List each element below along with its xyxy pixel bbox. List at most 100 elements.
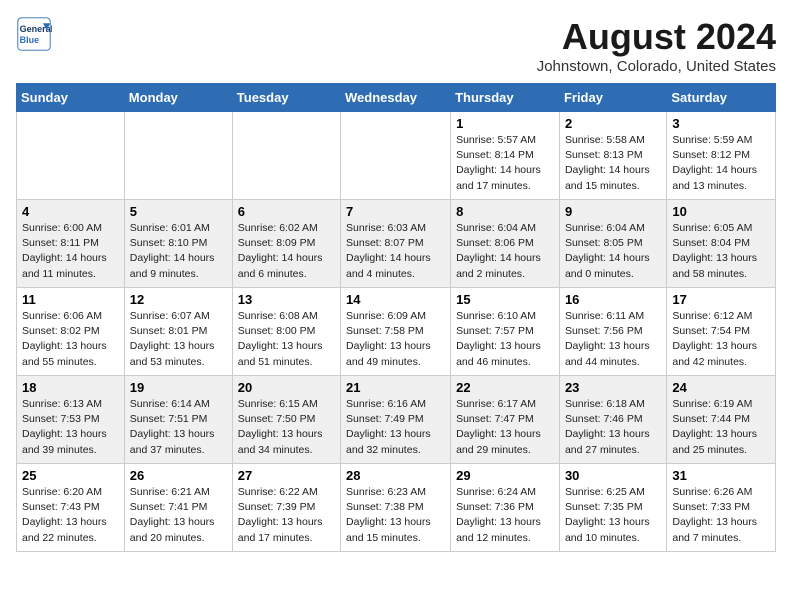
main-title: August 2024 — [537, 16, 776, 58]
calendar-table: SundayMondayTuesdayWednesdayThursdayFrid… — [16, 83, 776, 552]
day-info: Sunrise: 6:14 AM Sunset: 7:51 PM Dayligh… — [130, 397, 227, 458]
day-info: Sunrise: 6:18 AM Sunset: 7:46 PM Dayligh… — [565, 397, 661, 458]
day-number: 21 — [346, 380, 445, 395]
day-info: Sunrise: 6:08 AM Sunset: 8:00 PM Dayligh… — [238, 309, 335, 370]
day-number: 11 — [22, 292, 119, 307]
day-number: 25 — [22, 468, 119, 483]
calendar-cell: 28Sunrise: 6:23 AM Sunset: 7:38 PM Dayli… — [341, 464, 451, 552]
calendar-cell: 17 Sunrise: 6:12 AM Sunset: 7:54 PM Dayli… — [667, 288, 776, 376]
weekday-header-tuesday: Tuesday — [232, 84, 340, 112]
day-number: 31 — [672, 468, 770, 483]
day-number: 17 — [672, 292, 770, 307]
day-info: Sunrise: 6:16 AM Sunset: 7:49 PM Dayligh… — [346, 397, 445, 458]
day-number: 24 — [672, 380, 770, 395]
day-info: Sunrise: 6:07 AM Sunset: 8:01 PM Dayligh… — [130, 309, 227, 370]
calendar-cell: 1 Sunrise: 5:57 AM Sunset: 8:14 PM Daylig… — [451, 112, 560, 200]
calendar-week-row: 25 Sunrise: 6:20 AM Sunset: 7:43 PM Dayli… — [17, 464, 776, 552]
day-number: 20 — [238, 380, 335, 395]
calendar-cell: 4 Sunrise: 6:00 AM Sunset: 8:11 PM Daylig… — [17, 200, 125, 288]
day-number: 30 — [565, 468, 661, 483]
calendar-cell: 7 Sunrise: 6:03 AM Sunset: 8:07 PM Daylig… — [341, 200, 451, 288]
day-number: 7 — [346, 204, 445, 219]
day-info: Sunrise: 6:21 AM Sunset: 7:41 PM Dayligh… — [130, 485, 227, 546]
subtitle: Johnstown, Colorado, United States — [537, 58, 776, 75]
weekday-header-friday: Friday — [559, 84, 666, 112]
day-number: 13 — [238, 292, 335, 307]
calendar-cell: 24 Sunrise: 6:19 AM Sunset: 7:44 PM Dayli… — [667, 376, 776, 464]
calendar-cell — [17, 112, 125, 200]
day-number: 1 — [456, 116, 554, 131]
calendar-week-row: 1 Sunrise: 5:57 AM Sunset: 8:14 PM Daylig… — [17, 112, 776, 200]
calendar-cell: 12 Sunrise: 6:07 AM Sunset: 8:01 PM Dayli… — [124, 288, 232, 376]
day-number: 19 — [130, 380, 227, 395]
day-info: Sunrise: 6:09 AM Sunset: 7:58 PM Dayligh… — [346, 309, 445, 370]
day-info: Sunrise: 5:57 AM Sunset: 8:14 PM Dayligh… — [456, 133, 554, 194]
day-info: Sunrise: 6:04 AM Sunset: 8:06 PM Dayligh… — [456, 221, 554, 282]
day-number: 12 — [130, 292, 227, 307]
day-info: Sunrise: 6:20 AM Sunset: 7:43 PM Dayligh… — [22, 485, 119, 546]
calendar-cell: 31 Sunrise: 6:26 AM Sunset: 7:33 PM Dayli… — [667, 464, 776, 552]
weekday-header-thursday: Thursday — [451, 84, 560, 112]
calendar-cell: 25 Sunrise: 6:20 AM Sunset: 7:43 PM Dayli… — [17, 464, 125, 552]
day-info: Sunrise: 6:05 AM Sunset: 8:04 PM Dayligh… — [672, 221, 770, 282]
day-info: Sunrise: 6:10 AM Sunset: 7:57 PM Dayligh… — [456, 309, 554, 370]
logo: General Blue — [16, 16, 52, 52]
calendar-cell: 23 Sunrise: 6:18 AM Sunset: 7:46 PM Dayli… — [559, 376, 666, 464]
day-info: Sunrise: 6:22 AM Sunset: 7:39 PM Dayligh… — [238, 485, 335, 546]
day-number: 3 — [672, 116, 770, 131]
title-area: August 2024 Johnstown, Colorado, United … — [537, 16, 776, 75]
day-number: 23 — [565, 380, 661, 395]
calendar-cell: 27 Sunrise: 6:22 AM Sunset: 7:39 PM Dayli… — [232, 464, 340, 552]
day-info: Sunrise: 6:24 AM Sunset: 7:36 PM Dayligh… — [456, 485, 554, 546]
weekday-header-saturday: Saturday — [667, 84, 776, 112]
calendar-week-row: 18 Sunrise: 6:13 AM Sunset: 7:53 PM Dayli… — [17, 376, 776, 464]
day-number: 4 — [22, 204, 119, 219]
day-info: Sunrise: 6:25 AM Sunset: 7:35 PM Dayligh… — [565, 485, 661, 546]
day-number: 15 — [456, 292, 554, 307]
day-info: Sunrise: 6:03 AM Sunset: 8:07 PM Dayligh… — [346, 221, 445, 282]
day-number: 29 — [456, 468, 554, 483]
day-number: 16 — [565, 292, 661, 307]
header: General Blue August 2024 Johnstown, Colo… — [16, 16, 776, 75]
calendar-cell: 18 Sunrise: 6:13 AM Sunset: 7:53 PM Dayli… — [17, 376, 125, 464]
day-info: Sunrise: 6:12 AM Sunset: 7:54 PM Dayligh… — [672, 309, 770, 370]
day-info: Sunrise: 6:17 AM Sunset: 7:47 PM Dayligh… — [456, 397, 554, 458]
day-number: 5 — [130, 204, 227, 219]
day-number: 18 — [22, 380, 119, 395]
calendar-cell: 29 Sunrise: 6:24 AM Sunset: 7:36 PM Dayli… — [451, 464, 560, 552]
day-info: Sunrise: 6:15 AM Sunset: 7:50 PM Dayligh… — [238, 397, 335, 458]
day-info: Sunrise: 6:26 AM Sunset: 7:33 PM Dayligh… — [672, 485, 770, 546]
calendar-cell: 22Sunrise: 6:17 AM Sunset: 7:47 PM Dayli… — [451, 376, 560, 464]
calendar-cell — [124, 112, 232, 200]
calendar-week-row: 11 Sunrise: 6:06 AM Sunset: 8:02 PM Dayli… — [17, 288, 776, 376]
day-info: Sunrise: 6:06 AM Sunset: 8:02 PM Dayligh… — [22, 309, 119, 370]
calendar-cell — [232, 112, 340, 200]
logo-icon: General Blue — [16, 16, 52, 52]
calendar-cell: 6Sunrise: 6:02 AM Sunset: 8:09 PM Daylig… — [232, 200, 340, 288]
calendar-cell: 3Sunrise: 5:59 AM Sunset: 8:12 PM Daylig… — [667, 112, 776, 200]
day-number: 27 — [238, 468, 335, 483]
calendar-cell: 9Sunrise: 6:04 AM Sunset: 8:05 PM Daylig… — [559, 200, 666, 288]
day-info: Sunrise: 5:58 AM Sunset: 8:13 PM Dayligh… — [565, 133, 661, 194]
day-number: 14 — [346, 292, 445, 307]
calendar-cell: 2 Sunrise: 5:58 AM Sunset: 8:13 PM Daylig… — [559, 112, 666, 200]
day-number: 6 — [238, 204, 335, 219]
day-info: Sunrise: 6:19 AM Sunset: 7:44 PM Dayligh… — [672, 397, 770, 458]
calendar-cell: 11 Sunrise: 6:06 AM Sunset: 8:02 PM Dayli… — [17, 288, 125, 376]
calendar-cell: 13 Sunrise: 6:08 AM Sunset: 8:00 PM Dayli… — [232, 288, 340, 376]
calendar-cell: 14 Sunrise: 6:09 AM Sunset: 7:58 PM Dayli… — [341, 288, 451, 376]
calendar-cell — [341, 112, 451, 200]
svg-text:Blue: Blue — [20, 35, 40, 45]
day-number: 2 — [565, 116, 661, 131]
day-info: Sunrise: 6:00 AM Sunset: 8:11 PM Dayligh… — [22, 221, 119, 282]
calendar-cell: 20 Sunrise: 6:15 AM Sunset: 7:50 PM Dayli… — [232, 376, 340, 464]
calendar-cell: 21 Sunrise: 6:16 AM Sunset: 7:49 PM Dayli… — [341, 376, 451, 464]
calendar-cell: 19 Sunrise: 6:14 AM Sunset: 7:51 PM Dayli… — [124, 376, 232, 464]
calendar-cell: 16 Sunrise: 6:11 AM Sunset: 7:56 PM Dayli… — [559, 288, 666, 376]
day-number: 10 — [672, 204, 770, 219]
day-info: Sunrise: 6:11 AM Sunset: 7:56 PM Dayligh… — [565, 309, 661, 370]
day-info: Sunrise: 6:23 AM Sunset: 7:38 PM Dayligh… — [346, 485, 445, 546]
day-info: Sunrise: 6:13 AM Sunset: 7:53 PM Dayligh… — [22, 397, 119, 458]
day-info: Sunrise: 6:04 AM Sunset: 8:05 PM Dayligh… — [565, 221, 661, 282]
calendar-cell: 10 Sunrise: 6:05 AM Sunset: 8:04 PM Dayli… — [667, 200, 776, 288]
